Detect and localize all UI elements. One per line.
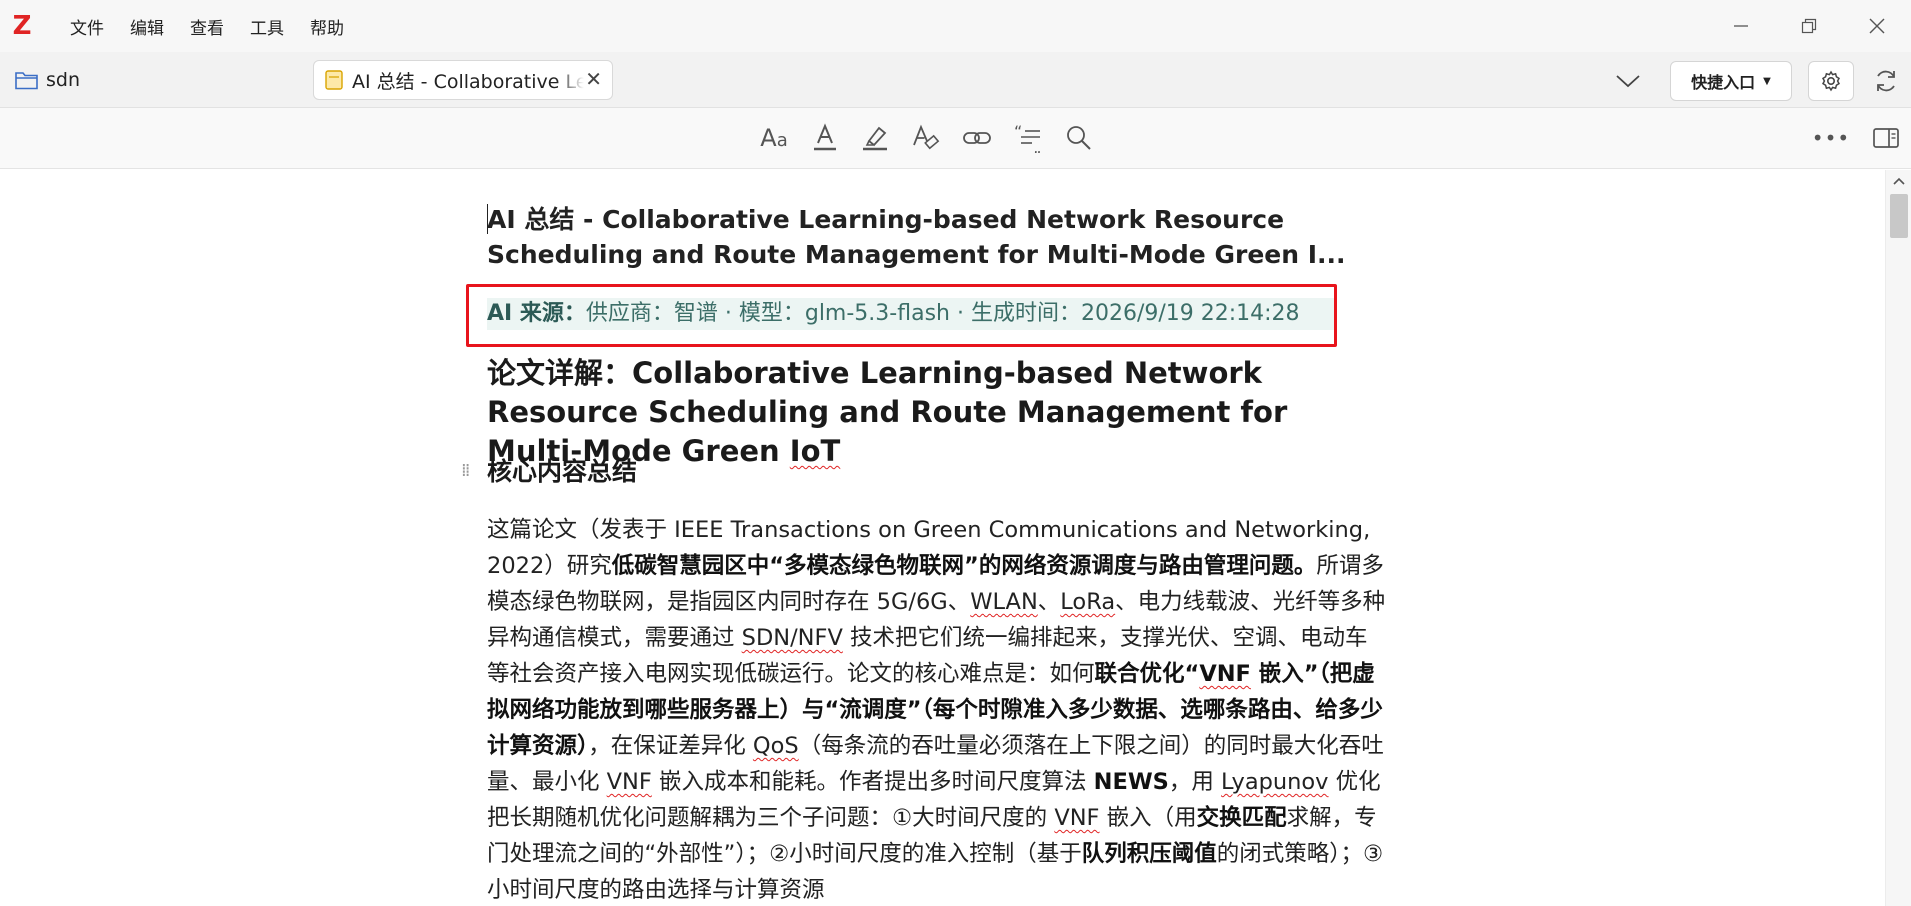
library-tab[interactable]: sdn [14,64,80,96]
maximize-button[interactable] [1775,0,1843,52]
close-window-button[interactable] [1843,0,1911,52]
more-options-button[interactable]: ••• [1811,120,1851,156]
folder-icon [15,72,38,90]
svg-text:“: “ [1014,123,1022,141]
citation-button[interactable]: “„ [1008,120,1048,156]
quick-entry-label: 快捷入口 [1691,73,1756,92]
tab-bar: sdn AI 总结 - Collaborative Learning-based… [0,52,1911,108]
drag-handle-icon[interactable]: ⁞⁞ [461,460,471,481]
link-icon [963,132,991,144]
close-icon [1869,18,1885,34]
toggle-sidepane-button[interactable] [1866,120,1906,156]
tabs-menu-button[interactable] [1608,66,1648,96]
para-misspelled: VNF [1054,805,1100,831]
para-misspelled: VNF [1199,661,1251,687]
para-misspelled: WLAN [970,589,1038,615]
para-misspelled: VNF [606,769,652,795]
menu-help[interactable]: 帮助 [310,14,344,39]
minimize-icon [1734,25,1748,27]
minimize-button[interactable] [1707,0,1775,52]
para-misspelled: QoS [752,733,799,759]
para-text: 、 [1037,589,1061,615]
menu-edit[interactable]: 编辑 [130,14,164,39]
menu-file[interactable]: 文件 [70,14,104,39]
para-bold: 队列积压阈值 [1081,841,1217,867]
note-tab-label: AI 总结 - Collaborative Learning-based Net… [352,70,584,93]
scrollbar-thumb[interactable] [1890,194,1908,238]
find-button[interactable] [1059,120,1099,156]
text-color-icon [814,123,836,151]
quick-entry-button[interactable]: 快捷入口 ▼ [1670,61,1792,101]
note-tab[interactable]: AI 总结 - Collaborative Learning-based Net… [313,60,613,100]
paper-heading: 论文详解：Collaborative Learning-based Networ… [487,354,1387,471]
para-text: ，用 [1168,769,1222,795]
scroll-up-button[interactable] [1886,170,1911,192]
note-format-toolbar: Aa “„ ••• [0,108,1911,169]
paper-heading-iot: IoT [789,434,841,468]
clear-format-button[interactable] [905,120,945,156]
font-size-button[interactable]: Aa [754,120,794,156]
para-bold: 交换匹配 [1196,805,1287,831]
para-text: ，在保证差异化 [588,733,753,759]
app-logo: Z [12,11,32,41]
menu-bar: Z 文件 编辑 查看 工具 帮助 [0,0,1911,52]
sync-icon [1877,70,1895,92]
summary-paragraph: 这篇论文（发表于 IEEE Transactions on Green Comm… [487,512,1387,906]
highlight-button[interactable] [855,120,895,156]
clear-format-icon [913,124,940,150]
para-bold: NEWS [1093,769,1169,795]
note-icon [325,70,343,90]
chevron-up-icon [1893,177,1905,185]
para-text: 嵌入成本和能耗。作者提出多时间尺度算法 [651,769,1094,795]
svg-text:„: „ [1033,138,1041,153]
note-title: AI 总结 - Collaborative Learning-based Net… [487,205,1346,269]
more-icon: ••• [1811,126,1851,150]
close-tab-icon[interactable]: ✕ [585,67,602,91]
gear-icon [1822,70,1840,92]
vertical-scrollbar[interactable] [1885,170,1911,906]
sync-button[interactable] [1866,64,1906,98]
para-misspelled: LoRa [1060,589,1116,615]
highlight-annotation-box [466,284,1337,347]
para-bold: 低碳智慧园区中“多模态绿色物联网”的网络资源调度与路由管理问题。 [611,553,1317,579]
para-misspelled: Lyapunov [1221,769,1329,795]
menu-tools[interactable]: 工具 [250,14,284,39]
para-misspelled: SDN/NFV [741,625,843,651]
search-icon [1067,126,1091,150]
restore-icon [1801,18,1817,34]
settings-button[interactable] [1808,61,1854,101]
note-editor[interactable]: AI 总结 - Collaborative Learning-based Net… [0,170,1885,906]
citation-icon: “„ [1014,123,1041,153]
para-bold: 联合优化“ [1094,661,1200,687]
highlight-icon [863,126,887,151]
link-button[interactable] [957,120,997,156]
paper-heading-prefix: 论文详解： [487,356,633,390]
caret-down-icon: ▼ [1763,75,1771,87]
font-size-icon: Aa [760,124,788,152]
chevron-down-icon [1616,75,1640,88]
section-heading: 核心内容总结 [487,457,638,486]
text-color-button[interactable] [805,120,845,156]
para-text: 嵌入（用 [1099,805,1197,831]
library-tab-label: sdn [46,69,81,91]
sidepane-icon [1873,128,1899,148]
menu-view[interactable]: 查看 [190,14,224,39]
